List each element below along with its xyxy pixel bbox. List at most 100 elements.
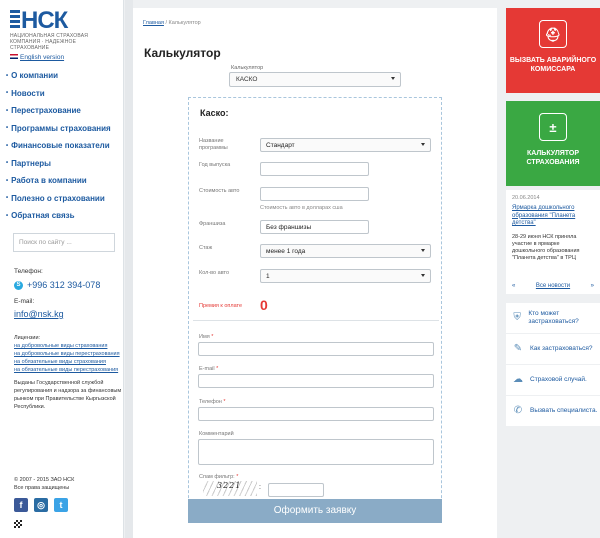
calculator-select[interactable]: КАСКО	[229, 72, 401, 87]
facebook-icon[interactable]: f	[14, 498, 28, 512]
phone-label: Телефон *	[199, 399, 226, 405]
all-news-link[interactable]: Все новости	[536, 283, 570, 289]
faq-item-call[interactable]: ✆ Вызвать специалиста.	[506, 396, 600, 427]
year-input[interactable]	[260, 162, 369, 176]
nav-item-feedback[interactable]: • Обратная связь	[6, 207, 122, 225]
nav-item-financials[interactable]: • Финансовые показатели	[6, 137, 122, 155]
license-link[interactable]: на добровольные виды перестрахования	[14, 350, 124, 358]
licenses-issued: Выданы Государственной службой регулиров…	[14, 380, 122, 410]
nav-item-partners[interactable]: • Партнеры	[6, 155, 122, 173]
divider	[193, 320, 439, 321]
nav-item-news[interactable]: • Новости	[6, 85, 122, 103]
news-next-button[interactable]: »	[591, 283, 594, 289]
comment-textarea[interactable]	[198, 439, 434, 465]
insurance-calculator-button[interactable]: ± КАЛЬКУЛЯТОР СТРАХОВАНИЯ	[506, 101, 600, 186]
decorative-strip	[125, 0, 133, 538]
nav-item-about[interactable]: • О компании	[6, 67, 122, 85]
chevron-down-icon	[421, 143, 425, 146]
breadcrumb-home[interactable]: Главная	[143, 20, 164, 26]
chat-icon: ✎	[513, 343, 523, 354]
captcha-image: 3221	[203, 481, 257, 496]
captcha-label: Спам фильтр: *	[199, 474, 239, 480]
logo-text: НСК	[21, 7, 68, 34]
chevron-down-icon	[391, 77, 395, 80]
program-select[interactable]: Стандарт	[260, 138, 431, 152]
experience-select[interactable]: менее 1 года	[260, 244, 431, 258]
submit-button[interactable]: Оформить заявку	[188, 499, 442, 523]
premium-value: 0	[260, 297, 268, 313]
news-prev-button[interactable]: «	[512, 283, 515, 289]
bullet-icon: •	[6, 90, 9, 97]
news-nav: « Все новости »	[512, 283, 594, 289]
nav-item-careers[interactable]: • Работа в компании	[6, 172, 122, 190]
social-links: f ◎ t	[14, 498, 68, 512]
bullet-icon: •	[6, 72, 9, 79]
counter-icon[interactable]	[14, 520, 22, 528]
licenses-label: Лицензии:	[14, 335, 41, 341]
logo-subtitle: НАЦИОНАЛЬНАЯ СТРАХОВАЯ КОМПАНИЯ · НАДЕЖН…	[10, 33, 89, 51]
captcha-input[interactable]	[268, 483, 324, 497]
email-label: E-mail:	[14, 298, 35, 305]
license-link[interactable]: на обязательные виды перестрахования	[14, 366, 124, 374]
copyright: © 2007 - 2015 ЗАО НСК Все права защищены	[14, 477, 75, 491]
nav-item-reinsurance[interactable]: • Перестрахование	[6, 102, 122, 120]
email-label: E-mail *	[199, 366, 219, 372]
chevron-down-icon	[421, 274, 425, 277]
calculator-label: Калькулятор	[231, 65, 264, 71]
car-count-select[interactable]: 1	[260, 269, 431, 283]
bullet-icon: •	[6, 107, 9, 114]
news-widget: 20.06.2014 Ярмарка дошкольного образован…	[506, 190, 600, 294]
news-excerpt: 28-29 июня НСК приняла участие в ярмарке…	[512, 233, 580, 261]
main-content: Главная / Калькулятор Калькулятор Кальку…	[133, 8, 497, 538]
phone-label: Телефон:	[14, 268, 43, 275]
phone-input[interactable]	[198, 407, 434, 421]
franchise-input[interactable]: Без франшизы	[260, 220, 369, 234]
shield-question-icon: ⛨	[513, 312, 521, 323]
captcha-colon: :	[259, 484, 261, 491]
licenses: Лицензии: на добровольные виды страхован…	[14, 334, 124, 374]
bullet-icon: •	[6, 195, 9, 202]
uk-flag-icon	[10, 54, 18, 59]
left-sidebar: НСК НАЦИОНАЛЬНАЯ СТРАХОВАЯ КОМПАНИЯ · НА…	[0, 0, 124, 538]
name-input[interactable]	[198, 342, 434, 356]
cost-label: Стоимость авто	[199, 188, 240, 194]
name-label: Имя *	[199, 334, 214, 340]
faq-list: ⛨ Кто может застраховаться? ✎ Как застрахо…	[506, 303, 600, 427]
program-label: Название программы	[199, 138, 228, 151]
year-label: Год выпуска	[199, 162, 231, 168]
faq-item-case[interactable]: ☁ Страховой случай.	[506, 365, 600, 396]
company-logo[interactable]: НСК НАЦИОНАЛЬНАЯ СТРАХОВАЯ КОМПАНИЯ · НА…	[10, 7, 88, 51]
twitter-icon[interactable]: t	[54, 498, 68, 512]
bullet-icon: •	[6, 142, 9, 149]
faq-item-who[interactable]: ⛨ Кто может застраховаться?	[506, 303, 600, 334]
email-link[interactable]: info@nsk.kg	[14, 309, 64, 319]
premium-label: Премия к оплате	[199, 303, 243, 309]
storm-icon: ☁	[513, 374, 523, 385]
instagram-icon[interactable]: ◎	[34, 498, 48, 512]
faq-item-how[interactable]: ✎ Как застраховаться?	[506, 334, 600, 365]
cost-hint: Стоимость авто в долларах сша	[260, 205, 343, 211]
english-version-link[interactable]: English version	[10, 54, 64, 61]
calculator-icon: ±	[539, 113, 567, 141]
nav-item-programs[interactable]: • Программы страхования	[6, 120, 122, 138]
search-input[interactable]: Поиск по сайту ...	[13, 233, 115, 252]
casco-form: Каско: Название программы Стандарт Год в…	[188, 97, 442, 523]
bullet-icon: •	[6, 177, 9, 184]
comment-label: Комментарий	[199, 431, 234, 437]
breadcrumb: Главная / Калькулятор	[143, 20, 201, 26]
experience-label: Стаж	[199, 245, 213, 251]
form-title: Каско:	[200, 108, 229, 118]
phone-link[interactable]: S +996 312 394-078	[14, 280, 100, 290]
page-title: Калькулятор	[144, 46, 221, 60]
phone-icon: ✆	[513, 405, 523, 416]
nav-item-useful[interactable]: • Полезно о страховании	[6, 190, 122, 208]
news-title-link[interactable]: Ярмарка дошкольного образования "Планета…	[512, 205, 594, 228]
bullet-icon: •	[6, 160, 9, 167]
right-sidebar: ⛑ ВЫЗВАТЬ АВАРИЙНОГО КОМИССАРА ± КАЛЬКУЛ…	[497, 0, 600, 538]
cost-input[interactable]	[260, 187, 369, 201]
email-input[interactable]	[198, 374, 434, 388]
license-link[interactable]: на обязательные виды страхования	[14, 358, 124, 366]
call-commissar-button[interactable]: ⛑ ВЫЗВАТЬ АВАРИЙНОГО КОМИССАРА	[506, 8, 600, 93]
license-link[interactable]: на добровольные виды страхования	[14, 342, 124, 350]
franchise-label: Франшиза	[199, 221, 226, 227]
